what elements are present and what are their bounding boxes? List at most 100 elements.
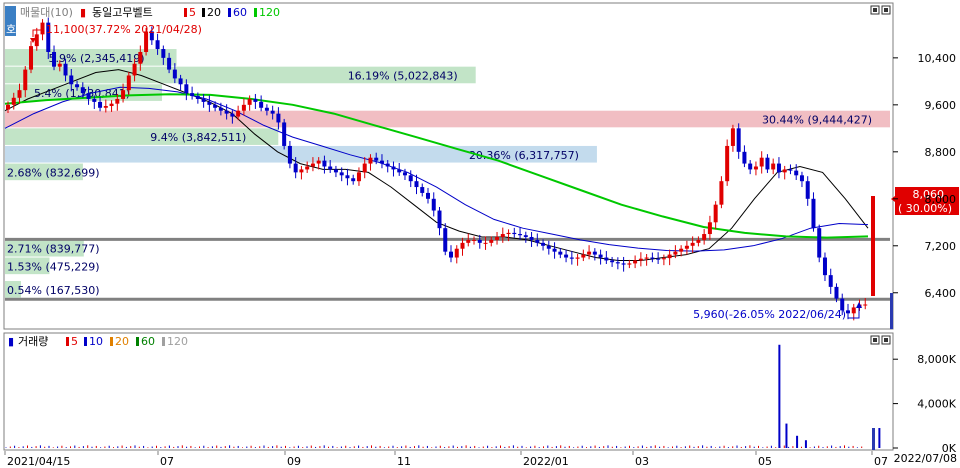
candle-body bbox=[155, 40, 160, 50]
candle-body bbox=[63, 63, 68, 76]
candle-body bbox=[558, 251, 563, 255]
candle-body bbox=[339, 172, 344, 176]
last-candle bbox=[871, 196, 875, 296]
candle-body bbox=[29, 46, 34, 70]
volume-profile-label: 2.68% (832,699) bbox=[7, 166, 100, 179]
candle-body bbox=[6, 104, 10, 110]
ma-legend-label: 120 bbox=[167, 335, 188, 348]
candle-body bbox=[293, 163, 298, 173]
candle-body bbox=[667, 254, 672, 259]
candle-body bbox=[184, 84, 189, 94]
candle-body bbox=[345, 175, 350, 179]
candle-body bbox=[569, 257, 574, 259]
candle-body bbox=[788, 169, 793, 171]
volume-profile-bar bbox=[5, 110, 890, 128]
candle-body bbox=[489, 239, 494, 243]
candle-body bbox=[52, 51, 57, 67]
candle-body bbox=[362, 163, 367, 173]
candle-body bbox=[719, 181, 724, 205]
volume-spike bbox=[878, 428, 881, 448]
candle-body bbox=[98, 101, 103, 108]
high-annotation-label: 11,100(37.72% 2021/04/28) bbox=[46, 23, 202, 36]
maximize-icon bbox=[884, 338, 888, 342]
candle-body bbox=[17, 90, 22, 98]
candle-body bbox=[805, 181, 810, 199]
candle-body bbox=[644, 257, 649, 259]
candle-body bbox=[730, 128, 735, 146]
candle-body bbox=[650, 257, 655, 259]
candle-body bbox=[431, 198, 436, 211]
candle-body bbox=[420, 187, 425, 193]
volume-profile-label: 16.19% (5,022,843) bbox=[348, 69, 458, 82]
candle-body bbox=[322, 160, 327, 167]
price-scrollbar[interactable] bbox=[890, 293, 893, 329]
volume-scrollbar[interactable] bbox=[872, 428, 875, 450]
candle-body bbox=[598, 254, 603, 258]
candle-body bbox=[351, 178, 356, 182]
candle-body bbox=[11, 97, 16, 105]
candle-body bbox=[592, 251, 597, 255]
candle-body bbox=[782, 169, 787, 173]
candle-body bbox=[863, 304, 868, 306]
candle-body bbox=[437, 210, 442, 229]
candle-body bbox=[541, 242, 546, 246]
stock-name: 동일고무벨트 bbox=[92, 5, 153, 19]
candle-body bbox=[69, 75, 74, 85]
candle-body bbox=[604, 257, 609, 261]
ma-swatch-icon bbox=[66, 337, 69, 346]
price-tick-label: 6,400 bbox=[925, 287, 957, 300]
candle-body bbox=[310, 163, 315, 167]
candle-body bbox=[587, 251, 592, 255]
candle-body bbox=[748, 163, 753, 170]
date-tick-label: 03 bbox=[635, 455, 649, 468]
candle-body bbox=[472, 239, 477, 241]
candle-body bbox=[115, 98, 120, 104]
date-tick-label: 07 bbox=[874, 455, 888, 468]
candle-body bbox=[121, 90, 126, 99]
candle-body bbox=[299, 169, 304, 173]
candle-body bbox=[776, 163, 781, 173]
candle-body bbox=[57, 63, 62, 67]
volume-spike bbox=[785, 423, 788, 448]
candle-body bbox=[506, 232, 511, 235]
candle-body bbox=[236, 110, 241, 117]
candle-body bbox=[742, 151, 747, 164]
end-date: 2022/07/08 bbox=[894, 452, 957, 465]
volume-spike bbox=[778, 344, 781, 448]
legend-separator-icon: ▮ bbox=[80, 6, 86, 19]
candle-body bbox=[201, 98, 206, 102]
candle-body bbox=[333, 169, 338, 173]
candle-body bbox=[696, 239, 701, 243]
candle-body bbox=[397, 169, 402, 173]
candle-body bbox=[627, 263, 632, 265]
candle-body bbox=[75, 84, 80, 88]
candle-body bbox=[282, 122, 287, 146]
candle-body bbox=[702, 234, 707, 240]
candle-body bbox=[167, 57, 172, 70]
candle-body bbox=[126, 75, 131, 91]
candle-body bbox=[765, 157, 770, 170]
candle-body bbox=[656, 258, 661, 260]
candle-body bbox=[615, 262, 620, 264]
candle-body bbox=[477, 239, 482, 243]
date-tick-label: 2022/01 bbox=[523, 455, 569, 468]
candle-body bbox=[759, 157, 764, 167]
candle-body bbox=[86, 93, 91, 99]
candle-body bbox=[753, 166, 758, 170]
ma-legend-label: 60 bbox=[141, 335, 155, 348]
candle-body bbox=[23, 69, 28, 91]
volume-profile-label: 30.44% (9,444,427) bbox=[762, 114, 872, 127]
candle-body bbox=[811, 198, 816, 229]
candle-body bbox=[633, 260, 638, 264]
candle-body bbox=[500, 234, 505, 237]
candle-body bbox=[512, 232, 517, 235]
candle-body bbox=[690, 242, 695, 246]
ma-swatch-icon bbox=[202, 8, 205, 17]
candle-body bbox=[374, 157, 379, 161]
candle-body bbox=[218, 107, 223, 111]
candle-body bbox=[713, 204, 718, 223]
candle-body bbox=[224, 110, 229, 114]
ma-legend-label: 10 bbox=[89, 335, 103, 348]
volume-marker-icon: ▮ bbox=[8, 335, 14, 348]
date-tick-label: 2021/04/15 bbox=[7, 455, 70, 468]
